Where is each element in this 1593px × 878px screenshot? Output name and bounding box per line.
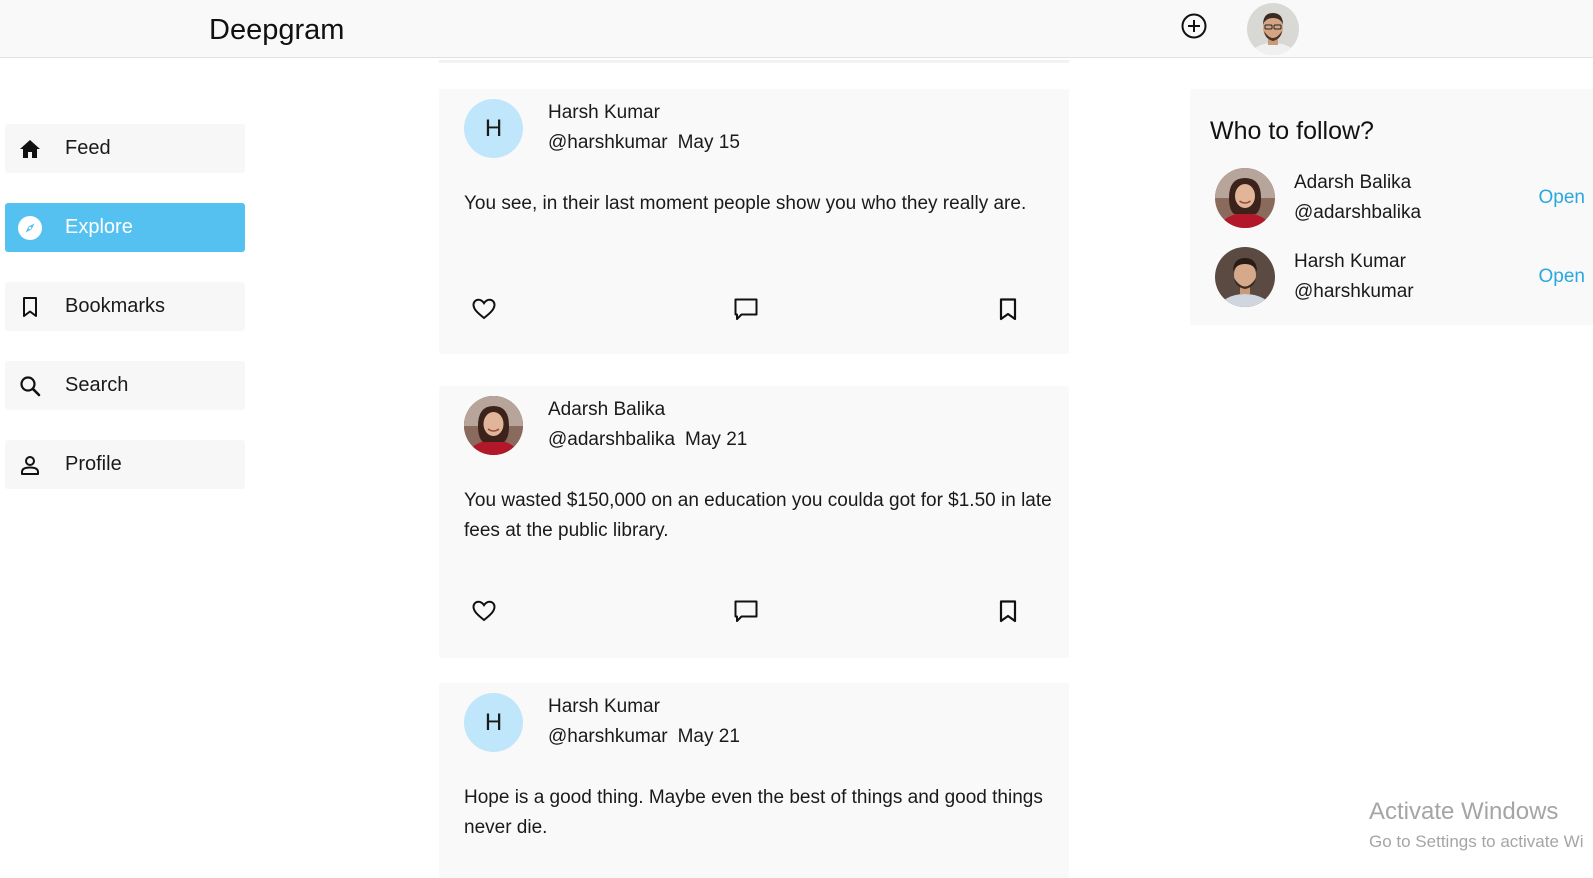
- open-link[interactable]: Open: [1539, 266, 1585, 288]
- follow-handle: @harshkumar: [1294, 281, 1414, 302]
- feed-divider: [439, 60, 1069, 63]
- post-author-name[interactable]: Adarsh Balika: [548, 399, 665, 421]
- follow-name: Harsh Kumar: [1294, 251, 1406, 272]
- post-meta: @adarshbalika May 21: [548, 429, 747, 451]
- post-text: Hope is a good thing. Maybe even the bes…: [464, 787, 1043, 838]
- follow-suggestion: Harsh Kumar @harshkumar Open: [1215, 247, 1585, 309]
- post-date: May 21: [677, 726, 740, 747]
- follow-avatar[interactable]: [1215, 247, 1275, 307]
- post-card: H Harsh Kumar @harshkumar May 21 Hope is …: [439, 683, 1069, 878]
- post-author-name[interactable]: Harsh Kumar: [548, 696, 660, 718]
- nav-item-profile[interactable]: Profile: [5, 440, 245, 489]
- nav-label: Feed: [65, 137, 111, 159]
- sidebar-nav: Feed Explore Bookmarks Search Profile: [5, 124, 245, 519]
- post-handle: @harshkumar: [548, 726, 668, 747]
- post-avatar[interactable]: H: [464, 99, 523, 158]
- post-handle: @harshkumar: [548, 132, 668, 153]
- follow-avatar[interactable]: [1215, 168, 1275, 228]
- post-avatar[interactable]: H: [464, 693, 523, 752]
- nav-item-feed[interactable]: Feed: [5, 124, 245, 173]
- watermark-subtitle: Go to Settings to activate Wi: [1369, 832, 1584, 851]
- like-icon[interactable]: [469, 596, 499, 626]
- post-text: You wasted $150,000 on an education you …: [464, 490, 1052, 541]
- home-icon: [17, 136, 43, 162]
- brand-logo[interactable]: Deepgram: [209, 14, 344, 47]
- like-icon[interactable]: [469, 294, 499, 324]
- compass-icon: [17, 215, 43, 241]
- post-avatar[interactable]: [464, 396, 523, 455]
- bookmark-icon: [17, 294, 43, 320]
- bookmark-icon[interactable]: [993, 596, 1023, 626]
- nav-label: Explore: [65, 216, 133, 238]
- plus-circle-icon[interactable]: [1181, 13, 1207, 39]
- who-to-follow-title: Who to follow?: [1210, 117, 1374, 145]
- post-author-name[interactable]: Harsh Kumar: [548, 102, 660, 124]
- activate-windows-watermark: Activate Windows Go to Settings to activ…: [1369, 798, 1583, 852]
- post-card: H Harsh Kumar @harshkumar May 15 You see,…: [439, 89, 1069, 354]
- nav-label: Search: [65, 374, 129, 396]
- bookmark-icon[interactable]: [993, 294, 1023, 324]
- post-text: You see, in their last moment people sho…: [464, 193, 1027, 214]
- user-avatar[interactable]: [1247, 3, 1299, 55]
- post-card: Adarsh Balika @adarshbalika May 21 You wa…: [439, 386, 1069, 658]
- top-bar: Deepgram: [0, 0, 1593, 58]
- search-icon: [17, 373, 43, 399]
- open-link[interactable]: Open: [1539, 187, 1585, 209]
- nav-label: Bookmarks: [65, 295, 166, 317]
- comment-icon[interactable]: [731, 294, 761, 324]
- post-handle: @adarshbalika: [548, 429, 676, 450]
- nav-label: Profile: [65, 453, 122, 475]
- person-icon: [17, 452, 43, 478]
- who-to-follow-panel: Who to follow? Adarsh Balika @adarshbali…: [1190, 89, 1593, 325]
- post-date: May 15: [677, 132, 740, 153]
- follow-handle: @adarshbalika: [1294, 202, 1422, 223]
- watermark-title: Activate Windows: [1369, 798, 1559, 825]
- post-date: May 21: [685, 429, 748, 450]
- follow-name: Adarsh Balika: [1294, 172, 1412, 193]
- nav-item-bookmarks[interactable]: Bookmarks: [5, 282, 245, 331]
- comment-icon[interactable]: [731, 596, 761, 626]
- post-meta: @harshkumar May 15: [548, 132, 740, 154]
- nav-item-search[interactable]: Search: [5, 361, 245, 410]
- post-meta: @harshkumar May 21: [548, 726, 740, 748]
- follow-suggestion: Adarsh Balika @adarshbalika Open: [1215, 168, 1585, 230]
- nav-item-explore[interactable]: Explore: [5, 203, 245, 252]
